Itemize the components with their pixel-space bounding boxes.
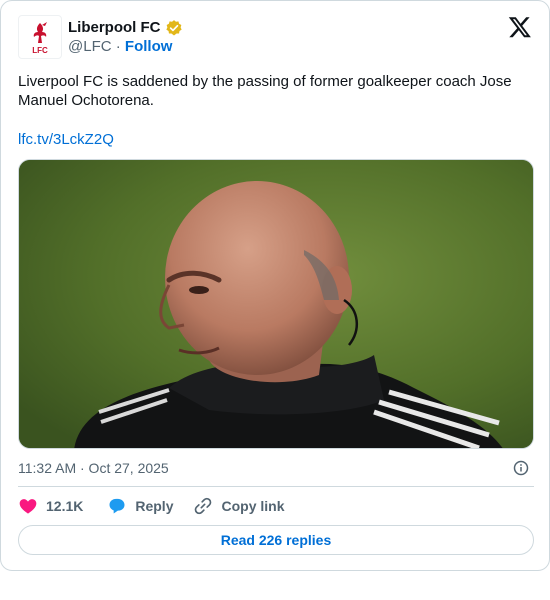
embedded-post-card: LFC Liberpool FC @LFC · Follow Liverpool… (0, 0, 550, 571)
copy-link-label: Copy link (221, 498, 285, 514)
author-display-name[interactable]: Liberpool FC (68, 18, 161, 37)
reply-button[interactable]: Reply (107, 496, 173, 516)
copy-link-button[interactable]: Copy link (193, 496, 285, 516)
reply-bubble-icon (109, 498, 125, 514)
info-icon[interactable] (513, 460, 529, 476)
lfc-crest-icon: LFC (32, 22, 48, 55)
like-button[interactable]: 12.1K (18, 496, 83, 516)
author-handle-row: @LFC · Follow (68, 38, 172, 56)
handle-separator: · (115, 38, 121, 55)
verified-badge-icon (165, 19, 183, 37)
link-icon (195, 497, 212, 515)
author-name-row: Liberpool FC (68, 18, 183, 37)
avatar[interactable]: LFC (18, 15, 62, 59)
action-bar: 12.1K Reply Copy link (18, 495, 285, 517)
like-count: 12.1K (46, 498, 84, 514)
post-media-image[interactable] (18, 159, 534, 449)
x-logo-icon[interactable] (508, 15, 532, 39)
post-link[interactable]: lfc.tv/3LckZ2Q (18, 130, 114, 149)
avatar-crest-text: LFC (32, 46, 48, 55)
follow-button[interactable]: Follow (125, 38, 173, 55)
author-handle[interactable]: @LFC (68, 38, 112, 55)
post-text: Liverpool FC is saddened by the passing … (18, 73, 512, 109)
post-timestamp[interactable]: 11:32 AM · Oct 27, 2025 (18, 459, 169, 477)
heart-icon (19, 499, 37, 514)
divider (18, 486, 534, 487)
read-replies-button[interactable]: Read 226 replies (18, 525, 534, 555)
photo-goalkeeper-coach (19, 160, 533, 448)
reply-label: Reply (135, 498, 174, 514)
